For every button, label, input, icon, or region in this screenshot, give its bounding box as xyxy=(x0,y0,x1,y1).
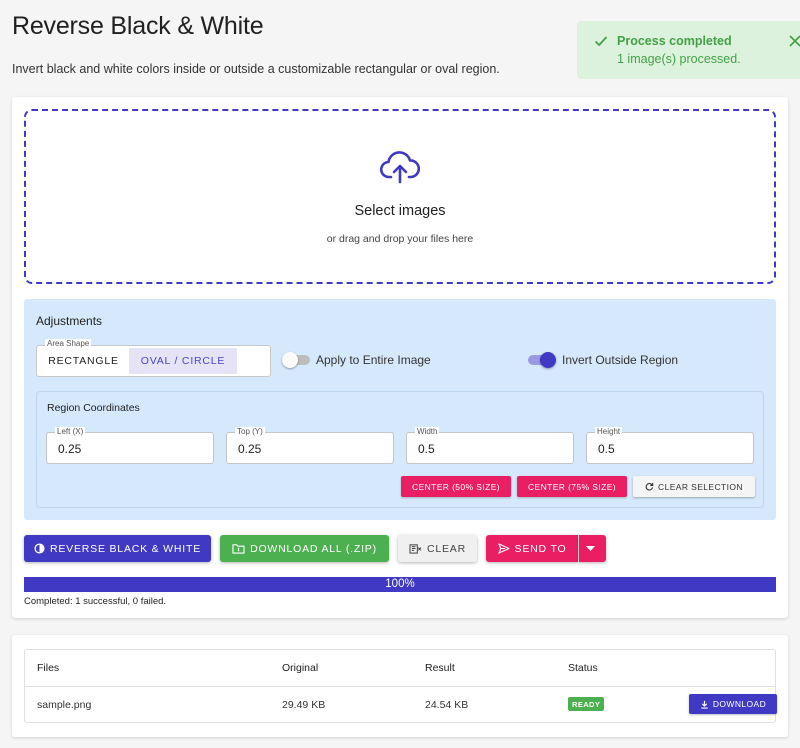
apply-entire-label: Apply to Entire Image xyxy=(316,353,431,367)
page-title: Reverse Black & White xyxy=(12,12,264,40)
oval-circle-option[interactable]: OVAL / CIRCLE xyxy=(129,348,237,374)
field-label: Top (Y) xyxy=(235,427,265,437)
field-value: 0.5 xyxy=(418,442,435,456)
status-badge: READY xyxy=(568,697,605,711)
refresh-icon xyxy=(645,482,654,491)
rectangle-option[interactable]: RECTANGLE xyxy=(39,348,128,374)
send-to-button[interactable]: SEND TO xyxy=(486,535,578,562)
reverse-button[interactable]: REVERSE BLACK & WHITE xyxy=(24,535,211,562)
contrast-icon xyxy=(34,543,45,554)
field-label: Width xyxy=(415,427,440,437)
cloud-upload-icon xyxy=(380,151,420,184)
main-card: Select images or drag and drop your file… xyxy=(12,97,788,618)
center-75-button[interactable]: CENTER (75% SIZE) xyxy=(517,476,627,497)
progress-label: 100% xyxy=(385,578,415,590)
download-zip-label: DOWNLOAD ALL (.ZIP) xyxy=(250,542,377,555)
send-to-label: SEND TO xyxy=(514,542,567,555)
invert-outside-label: Invert Outside Region xyxy=(562,353,679,367)
region-title: Region Coordinates xyxy=(47,402,140,414)
file-name: sample.png xyxy=(37,699,92,711)
clear-button[interactable]: CLEAR xyxy=(398,535,477,562)
toast-title: Process completed xyxy=(617,34,732,48)
area-shape-group: Area Shape RECTANGLE OVAL / CIRCLE xyxy=(36,339,271,377)
top-y-field[interactable]: Top (Y) 0.25 xyxy=(226,427,394,464)
check-icon xyxy=(594,36,608,47)
folder-zip-icon xyxy=(232,544,245,554)
result-size: 24.54 KB xyxy=(425,699,469,711)
success-toast: Process completed 1 image(s) processed. xyxy=(577,21,800,79)
files-card: Files Original Result Status sample.png … xyxy=(12,635,788,737)
region-coordinates: Region Coordinates Left (X) 0.25 Top (Y)… xyxy=(36,391,764,508)
field-value: 0.5 xyxy=(598,442,615,456)
toast-message: 1 image(s) processed. xyxy=(617,52,741,66)
left-x-field[interactable]: Left (X) 0.25 xyxy=(46,427,214,464)
header-result: Result xyxy=(425,662,455,674)
caret-down-icon xyxy=(585,546,595,551)
width-field[interactable]: Width 0.5 xyxy=(406,427,574,464)
field-value: 0.25 xyxy=(238,442,262,456)
dropzone-subtitle: or drag and drop your files here xyxy=(326,233,474,245)
download-zip-button[interactable]: DOWNLOAD ALL (.ZIP) xyxy=(220,535,389,562)
dropzone-title: Select images xyxy=(354,203,446,219)
send-icon xyxy=(497,543,510,554)
toggle-knob xyxy=(282,352,298,368)
download-icon xyxy=(701,700,708,709)
clear-label: CLEAR xyxy=(426,542,466,555)
center-50-button[interactable]: CENTER (50% SIZE) xyxy=(401,476,511,497)
close-icon[interactable] xyxy=(787,33,800,49)
files-table: Files Original Result Status sample.png … xyxy=(24,649,777,723)
field-label: Height xyxy=(595,427,623,437)
progress-bar: 100% xyxy=(24,577,776,592)
toggle-knob xyxy=(540,352,556,368)
height-field[interactable]: Height 0.5 xyxy=(586,427,754,464)
download-button[interactable]: DOWNLOAD xyxy=(689,694,777,714)
header-status: Status xyxy=(568,662,598,674)
header-original: Original xyxy=(282,662,319,674)
header-files: Files xyxy=(37,662,60,674)
download-label: DOWNLOAD xyxy=(712,699,767,709)
divider xyxy=(25,686,775,687)
clear-selection-button[interactable]: CLEAR SELECTION xyxy=(633,476,755,497)
field-label: Left (X) xyxy=(55,427,86,437)
send-to-dropdown[interactable] xyxy=(579,535,606,562)
reverse-label: REVERSE BLACK & WHITE xyxy=(50,542,201,555)
adjustments-title: Adjustments xyxy=(36,314,103,328)
clear-selection-label: CLEAR SELECTION xyxy=(658,481,743,492)
field-value: 0.25 xyxy=(58,442,82,456)
progress-status: Completed: 1 successful, 0 failed. xyxy=(24,596,167,607)
image-dropzone[interactable]: Select images or drag and drop your file… xyxy=(24,109,776,284)
original-size: 29.49 KB xyxy=(282,699,326,711)
page-description: Invert black and white colors inside or … xyxy=(12,62,500,76)
clear-icon xyxy=(409,544,422,554)
adjustments-panel: Adjustments Area Shape RECTANGLE OVAL / … xyxy=(24,299,776,520)
